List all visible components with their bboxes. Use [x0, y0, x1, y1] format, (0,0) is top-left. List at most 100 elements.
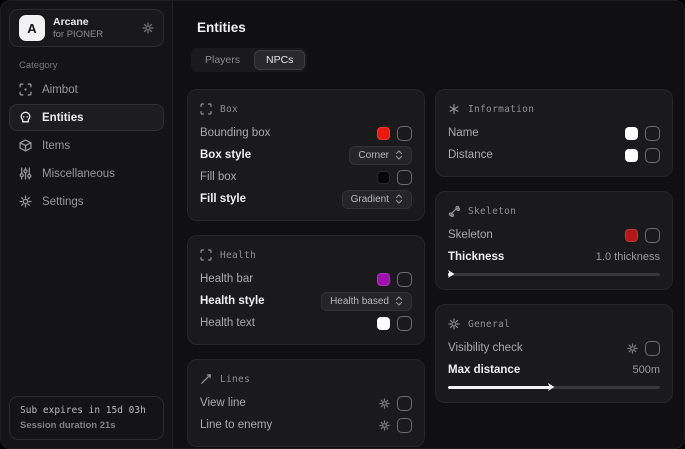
sidebar-item-label: Items [42, 140, 70, 152]
option-gear-icon[interactable] [627, 343, 638, 354]
row-label: Fill box [200, 171, 236, 183]
logo-text: Arcane for PIONER [53, 16, 103, 40]
row-label: Max distance [448, 364, 520, 376]
row-label: Skeleton [448, 229, 493, 241]
sidebar-item-settings[interactable]: Settings [9, 188, 164, 215]
sidebar-item-aimbot[interactable]: Aimbot [9, 76, 164, 103]
sidebar-nav: Aimbot Entities Items Miscellaneous [9, 76, 164, 215]
main-panel: Entities Players NPCs Box Bounding box [173, 1, 685, 448]
slider-fill [448, 273, 450, 276]
row-label: Name [448, 127, 479, 139]
row-label: Thickness [448, 251, 504, 263]
diagonal-line-icon [200, 373, 212, 385]
row-view-line: View line [200, 392, 412, 414]
app-subtitle: for PIONER [53, 29, 103, 40]
row-label: Fill style [200, 193, 246, 205]
card-information: Information Name Distance [435, 89, 673, 177]
row-box-style: Box style Corner [200, 144, 412, 166]
tab-players[interactable]: Players [193, 50, 252, 70]
sub-expiry-text: Sub expires in 15d 03h [20, 405, 153, 416]
card-skeleton-header: Skeleton [448, 202, 660, 220]
slider-thumb[interactable] [547, 383, 555, 392]
slider-track[interactable] [448, 386, 660, 389]
color-swatch[interactable] [377, 273, 390, 286]
dropdown-value: Gradient [351, 194, 389, 205]
card-title: Lines [220, 374, 250, 385]
color-swatch[interactable] [625, 149, 638, 162]
sidebar-item-miscellaneous[interactable]: Miscellaneous [9, 160, 164, 187]
row-line-to-enemy: Line to enemy [200, 414, 412, 436]
subscription-status-card: Sub expires in 15d 03h Session duration … [9, 396, 164, 440]
unfold-icon [395, 296, 403, 306]
color-swatch[interactable] [377, 317, 390, 330]
card-health-header: Health [200, 246, 412, 264]
max-distance-value: 500m [632, 364, 660, 376]
row-label: Health style [200, 295, 265, 307]
right-column: Information Name Distance [435, 89, 673, 403]
box-style-dropdown[interactable]: Corner [349, 146, 412, 165]
thickness-slider[interactable] [448, 269, 660, 279]
card-box: Box Bounding box Box style Corner [187, 89, 425, 221]
name-checkbox[interactable] [645, 126, 660, 141]
option-gear-icon[interactable] [379, 420, 390, 431]
app-window: A Arcane for PIONER Category Aimbot [0, 0, 685, 449]
option-gear-icon[interactable] [379, 398, 390, 409]
gear-icon [19, 195, 32, 208]
sun-icon [448, 318, 460, 330]
sidebar: A Arcane for PIONER Category Aimbot [1, 1, 173, 448]
fill-box-checkbox[interactable] [397, 170, 412, 185]
row-label: Visibility check [448, 342, 523, 354]
view-line-checkbox[interactable] [397, 396, 412, 411]
unfold-icon [395, 194, 403, 204]
dropdown-value: Corner [358, 150, 389, 161]
app-logo: A [19, 15, 45, 41]
thickness-value: 1.0 thickness [596, 251, 660, 263]
color-swatch[interactable] [625, 229, 638, 242]
row-label: Distance [448, 149, 493, 161]
page-title: Entities [197, 20, 673, 35]
row-label: Health text [200, 317, 255, 329]
visibility-check-checkbox[interactable] [645, 341, 660, 356]
health-text-checkbox[interactable] [397, 316, 412, 331]
color-swatch[interactable] [377, 127, 390, 140]
row-name: Name [448, 122, 660, 144]
health-bar-checkbox[interactable] [397, 272, 412, 287]
tab-npcs[interactable]: NPCs [254, 50, 305, 70]
card-title: Skeleton [468, 206, 516, 217]
tab-bar: Players NPCs [191, 48, 307, 72]
color-swatch[interactable] [377, 171, 390, 184]
sidebar-item-entities[interactable]: Entities [9, 104, 164, 131]
corner-brackets-icon [200, 249, 212, 261]
health-style-dropdown[interactable]: Health based [321, 292, 412, 311]
card-general-header: General [448, 315, 660, 333]
bounding-box-checkbox[interactable] [397, 126, 412, 141]
entities-icon [19, 111, 32, 124]
row-label: View line [200, 397, 246, 409]
sidebar-item-label: Entities [42, 112, 84, 124]
card-title: Box [220, 104, 238, 115]
category-label: Category [19, 60, 164, 71]
slider-fill [448, 386, 550, 389]
card-general: General Visibility check Max distance [435, 304, 673, 403]
row-label: Bounding box [200, 127, 270, 139]
sliders-icon [19, 167, 32, 180]
distance-checkbox[interactable] [645, 148, 660, 163]
row-health-text: Health text [200, 312, 412, 334]
slider-track[interactable] [448, 273, 660, 276]
sidebar-item-label: Miscellaneous [42, 168, 115, 180]
sidebar-item-items[interactable]: Items [9, 132, 164, 159]
card-lines: Lines View line Line to enemy [187, 359, 425, 447]
line-to-enemy-checkbox[interactable] [397, 418, 412, 433]
row-bounding-box: Bounding box [200, 122, 412, 144]
corner-brackets-icon [200, 103, 212, 115]
row-fill-box: Fill box [200, 166, 412, 188]
slider-thumb[interactable] [447, 270, 455, 279]
max-distance-slider[interactable] [448, 382, 660, 392]
skeleton-checkbox[interactable] [645, 228, 660, 243]
gear-icon[interactable] [142, 22, 154, 34]
row-visibility-check: Visibility check [448, 337, 660, 359]
fill-style-dropdown[interactable]: Gradient [342, 190, 412, 209]
card-title: Health [220, 250, 256, 261]
color-swatch[interactable] [625, 127, 638, 140]
row-fill-style: Fill style Gradient [200, 188, 412, 210]
